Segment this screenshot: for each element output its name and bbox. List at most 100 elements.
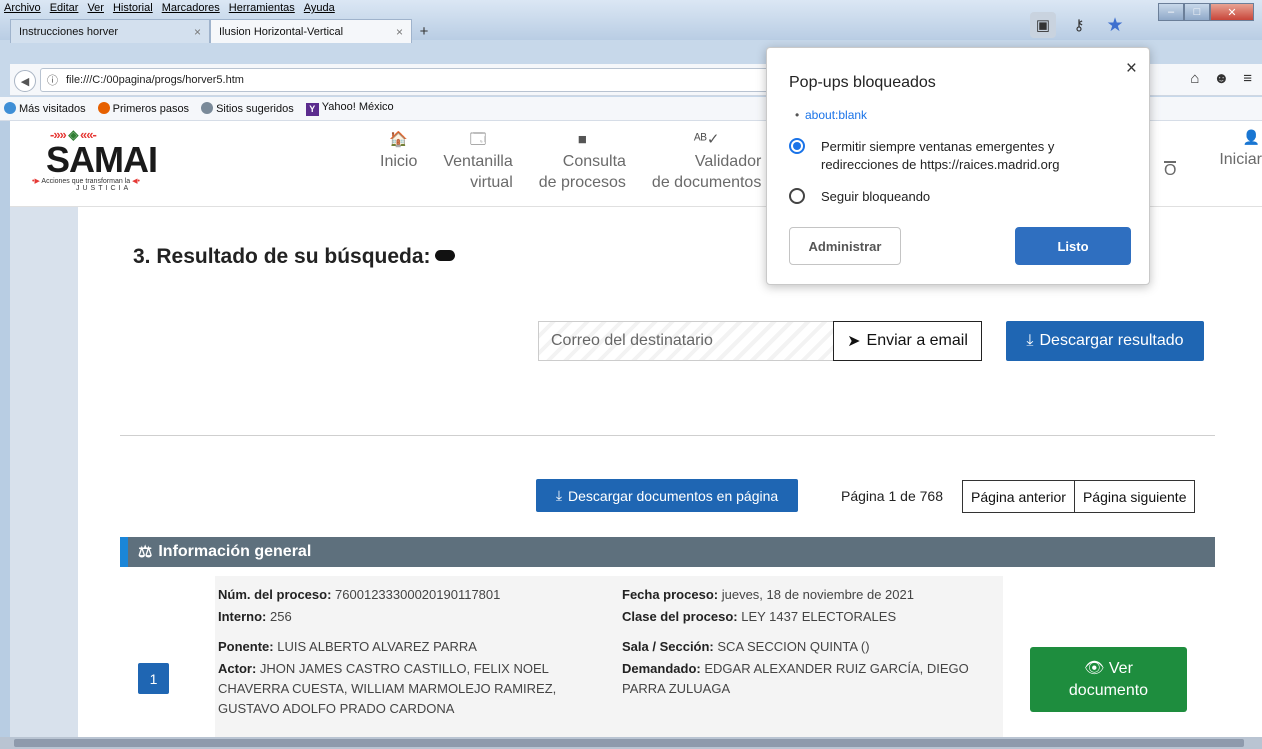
hamburger-menu-icon[interactable]: ≡ [1243,70,1252,87]
bookmark-primeros-pasos[interactable]: Primeros pasos [97,102,190,115]
new-tab-button[interactable]: + [412,19,436,43]
login-link[interactable]: Iniciar [1219,151,1262,169]
radio-keep-blocking[interactable] [789,188,805,204]
radio-keep-blocking-label: Seguir bloqueando [821,189,931,204]
info-icon[interactable]: ⓘ [47,72,58,88]
gear-icon [201,102,214,114]
popup-title: Pop-ups bloqueados [789,74,936,91]
tab-close-icon[interactable]: × [396,25,403,39]
firefox-icon [97,102,110,114]
minimize-button[interactable]: – [1158,3,1184,21]
download-result-label: Descargar resultado [1039,332,1184,349]
result-title: 3. Resultado de su búsqueda: [133,245,455,269]
download-docs-label: Descargar documentos en página [568,487,779,504]
view-document-button[interactable]: 👁 Ver documento [1030,647,1187,712]
eye-icon: 👁 [1084,659,1105,677]
close-icon[interactable]: × [1126,58,1137,80]
samai-logo[interactable]: -»» ◈ ««- SAMAI •▶ Acciones que transfor… [20,127,180,201]
tab-close-icon[interactable]: × [194,25,201,39]
nav-label-line2: de procesos [538,174,626,191]
menu-ayuda[interactable]: Ayuda [304,2,335,14]
menu-archivo[interactable]: Archivo [4,2,41,14]
nav-validador-documentos[interactable]: ᴬᴮ✓ Validador de documentos [652,129,761,193]
menu-historial[interactable]: Historial [113,2,153,14]
ponente: Ponente: LUIS ALBERTO ALVAREZ PARRA [218,639,477,654]
user-icon: 👤 [1242,129,1260,145]
folder-icon: ■ [577,131,587,148]
nav-label-line1: Validador [694,153,762,170]
close-window-button[interactable]: ✕ [1210,3,1254,21]
menu-herramientas[interactable]: Herramientas [229,2,295,14]
info-general-header: ⚖ Información general [120,537,1215,567]
bookmark-label: Sitios sugeridos [216,103,294,115]
page-info: Página 1 de 768 [841,488,943,504]
horizontal-scrollbar[interactable] [0,737,1262,749]
popup-blocked-dialog: Pop-ups bloqueados × about:blank Permiti… [766,47,1150,285]
nav-label: Inicio [380,153,418,170]
logo-name: SAMAI [46,139,158,180]
bookmark-mas-visitados[interactable]: Más visitados [4,102,86,115]
tab-instrucciones[interactable]: Instrucciones horver × [10,19,210,43]
nav-consulta-procesos[interactable]: ■ Consulta de procesos [539,129,626,193]
radio-allow-label: Permitir siempre ventanas emergentes y r… [821,139,1060,172]
nav-label-line1: Ventanilla [443,153,513,170]
download-result-button[interactable]: ⤓ Descargar resultado [1006,321,1204,361]
home-icon[interactable]: ⌂ [1190,70,1199,87]
prev-page-button[interactable]: Página anterior [962,480,1075,513]
sala-seccion: Sala / Sección: SCA SECCION QUINTA () [622,639,870,654]
scrollbar-thumb[interactable] [14,739,1244,747]
send-email-button[interactable]: ➤ Enviar a email [833,321,982,361]
menu-ver[interactable]: Ver [87,2,104,14]
window-controls: – □ ✕ [1158,3,1254,21]
nav-inicio[interactable]: 🏠 Inicio [380,129,417,193]
ab-check-icon: ᴬᴮ✓ [693,131,720,148]
partial-nav-item[interactable]: O [1164,161,1177,179]
globe-icon [4,102,16,114]
blocked-popup-link[interactable]: about:blank [795,108,867,122]
yahoo-icon: Y [305,103,319,116]
url-bar[interactable]: ⓘ file:///C:/00pagina/progs/horver5.htm … [40,68,800,92]
email-input[interactable]: Correo del destinatario [538,321,833,361]
manage-button[interactable]: Administrar [789,227,901,265]
demandado: Demandado: EDGAR ALEXANDER RUIZ GARCÍA, … [622,661,969,696]
tab-strip: Instrucciones horver × Ilusion Horizonta… [10,19,436,43]
bookmark-label: Yahoo! México [321,101,394,113]
bookmark-yahoo[interactable]: Y Yahoo! México [305,101,394,116]
interno: Interno: 256 [218,609,292,624]
maximize-button[interactable]: □ [1184,3,1210,21]
paper-plane-icon: ➤ [847,333,861,350]
window-icon: 🗔 [469,131,487,148]
send-email-label: Enviar a email [866,332,968,349]
menu-marcadores[interactable]: Marcadores [162,2,220,14]
pocket-icon[interactable]: ☻ [1213,70,1229,87]
window-border-left [0,121,10,737]
menu-editar[interactable]: Editar [50,2,79,14]
key-icon[interactable]: ⚷ [1066,12,1092,38]
nav-ventanilla-virtual[interactable]: 🗔 Ventanilla virtual [443,129,512,193]
popup-blocked-icon[interactable]: ▣ [1030,12,1056,38]
next-page-button[interactable]: Página siguiente [1074,480,1196,513]
tab-ilusion[interactable]: Ilusion Horizontal-Vertical × [210,19,412,43]
nav-label-line1: Consulta [562,153,626,170]
email-placeholder: Correo del destinatario [551,332,713,349]
bookmark-label: Primeros pasos [112,103,190,115]
toolbar-extension-icons: ▣ ⚷ ★ [1030,12,1128,38]
download-docs-button[interactable]: ⤓ Descargar documentos en página [536,479,798,512]
record-index-badge[interactable]: 1 [138,663,169,694]
num-proceso: Núm. del proceso: 7600123330002019011780… [218,587,501,602]
nav-label-line2: de documentos [651,174,762,191]
info-general-label: Información general [158,543,312,560]
back-button[interactable]: ◀ [14,70,36,92]
bookmark-sitios-sugeridos[interactable]: Sitios sugeridos [201,102,294,115]
bookmark-star-icon[interactable]: ★ [1102,12,1128,38]
logo-justicia: JUSTICIA [76,185,132,192]
pagination: Página anterior Página siguiente [962,480,1196,513]
left-gutter [10,207,78,737]
main-nav: 🏠 Inicio 🗔 Ventanilla virtual ■ Consulta… [380,129,761,193]
radio-allow-always[interactable] [789,138,805,154]
url-text: file:///C:/00pagina/progs/horver5.htm [66,74,244,86]
done-button[interactable]: Listo [1015,227,1131,265]
home-icon: 🏠 [389,131,409,148]
ver-line: 👁 Ver [1084,659,1133,677]
nav-label-line2: virtual [470,174,513,191]
